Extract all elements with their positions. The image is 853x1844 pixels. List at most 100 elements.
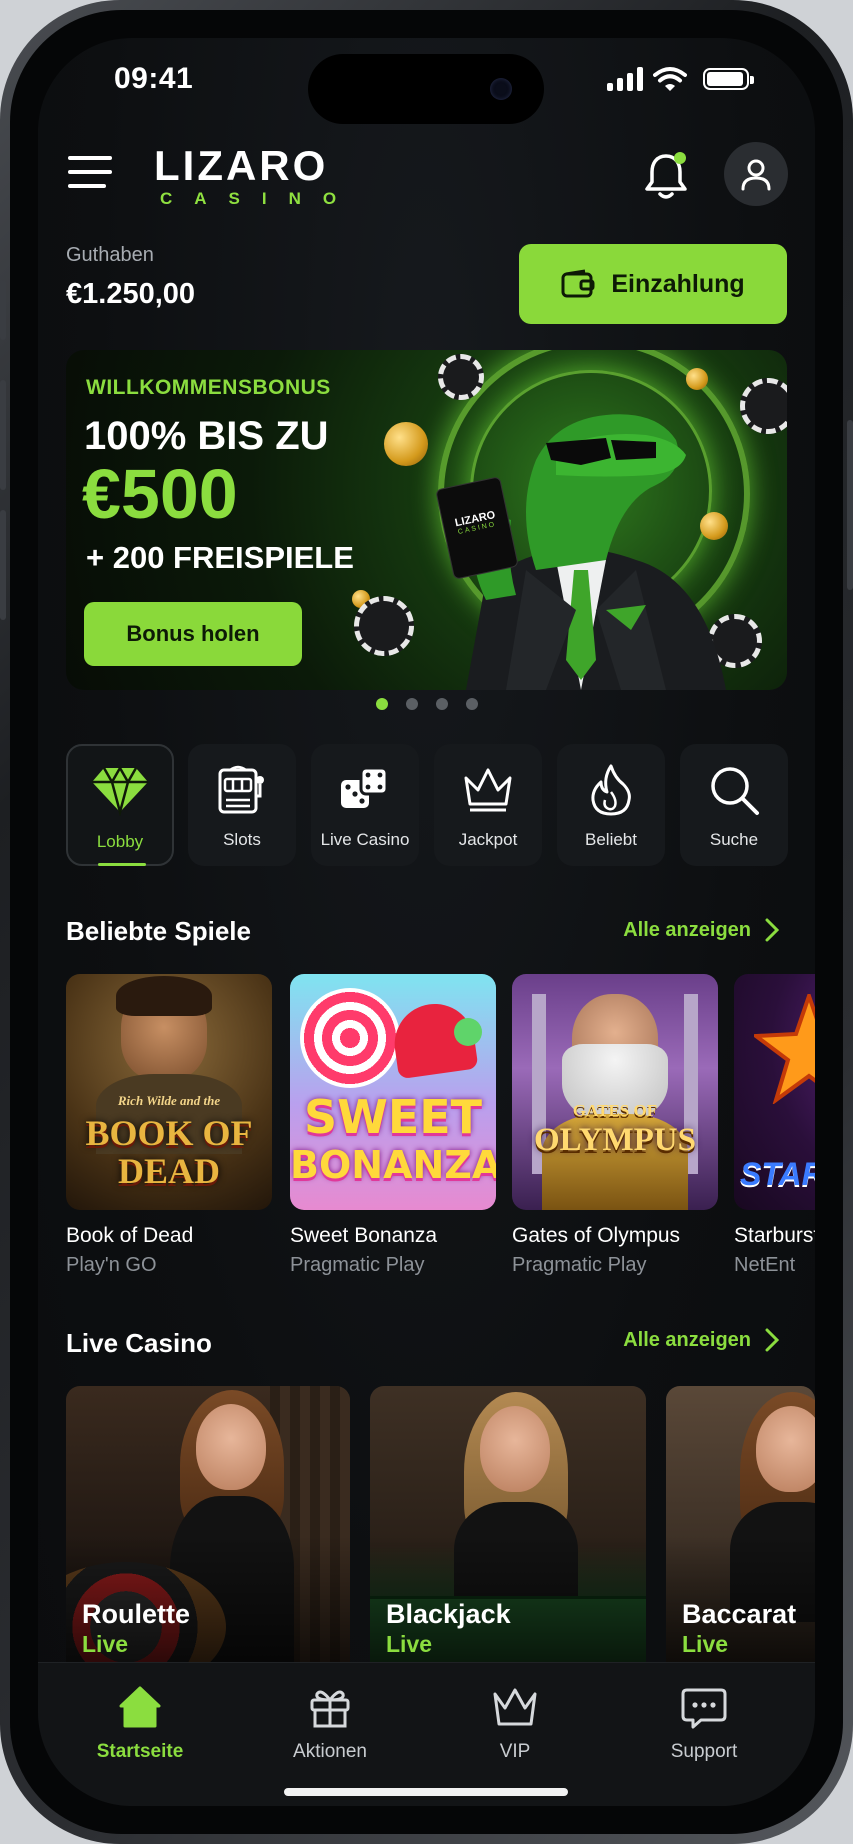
- diamond-icon: [92, 765, 148, 816]
- star-icon: [754, 994, 815, 1104]
- game-name: Book of Dead: [66, 1224, 194, 1247]
- game-card-starburst[interactable]: STAR Starburst NetEnt: [734, 974, 815, 1277]
- status-time: 09:41: [114, 62, 194, 95]
- deposit-label: Einzahlung: [611, 269, 745, 298]
- promo-banner[interactable]: LIZARO CASINO WILLKOMMENSBONUS 100% BIS …: [66, 350, 787, 690]
- crown-icon: [464, 768, 512, 812]
- profile-button[interactable]: [724, 142, 788, 206]
- crown-icon: [493, 1688, 537, 1726]
- game-provider: Pragmatic Play: [290, 1254, 425, 1276]
- wallet-icon: [561, 269, 595, 298]
- game-name: Gates of Olympus: [512, 1224, 681, 1247]
- status-icons: [607, 66, 754, 92]
- nav-promotions[interactable]: Aktionen: [260, 1681, 400, 1763]
- balance-value: €1.250,00: [66, 278, 196, 310]
- live-see-all-link[interactable]: Alle anzeigen: [623, 1328, 779, 1352]
- user-icon: [741, 159, 771, 191]
- banner-amount: €500: [82, 455, 238, 533]
- chevron-right-icon: [765, 918, 779, 942]
- battery-level: [707, 72, 744, 86]
- notification-button[interactable]: [638, 148, 694, 204]
- live-status-badge: Live: [386, 1631, 433, 1657]
- hamburger-icon: [68, 156, 112, 160]
- category-search[interactable]: Suche: [680, 744, 788, 866]
- category-label: Jackpot: [458, 830, 518, 849]
- category-live-casino[interactable]: Live Casino: [311, 744, 419, 866]
- home-indicator[interactable]: [284, 1788, 568, 1796]
- cellular-signal-icon: [607, 67, 643, 91]
- logo-main: LIZARO: [154, 142, 329, 189]
- nav-label: VIP: [499, 1741, 531, 1762]
- active-indicator: [98, 863, 146, 866]
- battery-icon: [703, 68, 754, 90]
- live-table-name: Blackjack: [386, 1599, 511, 1629]
- carousel-dot[interactable]: [465, 698, 478, 710]
- game-card-sweet-bonanza[interactable]: SWEET BONANZA Sweet Bonanza Pragmatic Pl…: [290, 974, 496, 1277]
- category-slots[interactable]: Slots: [188, 744, 296, 866]
- bottom-navigation: Startseite Aktionen VIP Support: [38, 1662, 815, 1806]
- category-jackpot[interactable]: Jackpot: [434, 744, 542, 866]
- balance-label: Guthaben: [66, 244, 154, 266]
- logo[interactable]: LIZARO CASINO: [154, 144, 358, 210]
- side-button: [0, 280, 6, 340]
- game-card-book-of-dead[interactable]: Rich Wilde and the BOOK OF DEAD Book of …: [66, 974, 272, 1277]
- chevron-right-icon: [765, 1328, 779, 1352]
- live-status-badge: Live: [82, 1631, 129, 1657]
- nav-home[interactable]: Startseite: [70, 1681, 210, 1763]
- live-table-roulette[interactable]: Roulette Live: [66, 1386, 350, 1676]
- game-thumbnail: GATES OF OLYMPUS: [512, 974, 718, 1210]
- game-provider: Pragmatic Play: [512, 1254, 647, 1276]
- nav-support[interactable]: Support: [634, 1681, 774, 1763]
- gift-icon: [310, 1690, 350, 1728]
- claim-bonus-button[interactable]: Bonus holen: [84, 602, 302, 666]
- volume-down-button: [0, 510, 6, 620]
- carousel-indicator[interactable]: [38, 698, 815, 710]
- live-casino-title: Live Casino: [66, 1328, 212, 1358]
- logo-sub: CASINO: [160, 189, 359, 208]
- live-table-name: Baccarat: [682, 1599, 797, 1629]
- banner-headline: 100% BIS ZU: [84, 414, 329, 458]
- deposit-button[interactable]: Einzahlung: [519, 244, 787, 324]
- chat-icon: [681, 1688, 727, 1729]
- dice-icon: [341, 766, 389, 808]
- volume-up-button: [0, 380, 6, 490]
- category-label: Slots: [223, 830, 261, 849]
- live-table-baccarat[interactable]: Baccarat Live: [666, 1386, 815, 1676]
- category-label: Suche: [709, 830, 759, 849]
- game-name: Sweet Bonanza: [290, 1224, 438, 1247]
- nav-vip[interactable]: VIP: [445, 1681, 585, 1763]
- popular-games-title: Beliebte Spiele: [66, 916, 251, 946]
- popular-see-all-link[interactable]: Alle anzeigen: [623, 918, 779, 942]
- live-table-blackjack[interactable]: Blackjack Live: [370, 1386, 646, 1676]
- banner-free-spins: + 200 FREISPIELE: [86, 540, 354, 575]
- dynamic-island: [308, 54, 544, 124]
- game-thumbnail: STAR: [734, 974, 815, 1210]
- game-name: Starburst: [734, 1224, 815, 1247]
- nav-label: Aktionen: [293, 1741, 367, 1762]
- notification-dot: [674, 152, 686, 164]
- home-icon: [119, 1686, 161, 1728]
- power-button: [847, 420, 853, 590]
- camera-icon: [490, 78, 512, 100]
- search-icon: [711, 767, 759, 815]
- wifi-icon: [653, 67, 687, 91]
- game-provider: NetEnt: [734, 1254, 796, 1276]
- nav-label: Startseite: [96, 1741, 184, 1762]
- category-label: Live Casino: [320, 830, 410, 849]
- game-thumbnail: Rich Wilde and the BOOK OF DEAD: [66, 974, 272, 1210]
- category-lobby[interactable]: Lobby: [66, 744, 174, 866]
- game-card-gates-of-olympus[interactable]: GATES OF OLYMPUS Gates of Olympus Pragma…: [512, 974, 718, 1277]
- carousel-dot[interactable]: [405, 698, 418, 710]
- menu-button[interactable]: [68, 156, 116, 196]
- game-thumbnail: SWEET BONANZA: [290, 974, 496, 1210]
- live-table-name: Roulette: [82, 1599, 190, 1629]
- category-popular[interactable]: Beliebt: [557, 744, 665, 866]
- game-provider: Play'n GO: [66, 1254, 157, 1276]
- live-status-badge: Live: [682, 1631, 729, 1657]
- category-label: Beliebt: [585, 830, 637, 849]
- category-label: Lobby: [96, 832, 144, 851]
- carousel-dot[interactable]: [375, 698, 388, 710]
- slot-machine-icon: [218, 765, 264, 814]
- carousel-dot[interactable]: [435, 698, 448, 710]
- flame-icon: [591, 764, 631, 816]
